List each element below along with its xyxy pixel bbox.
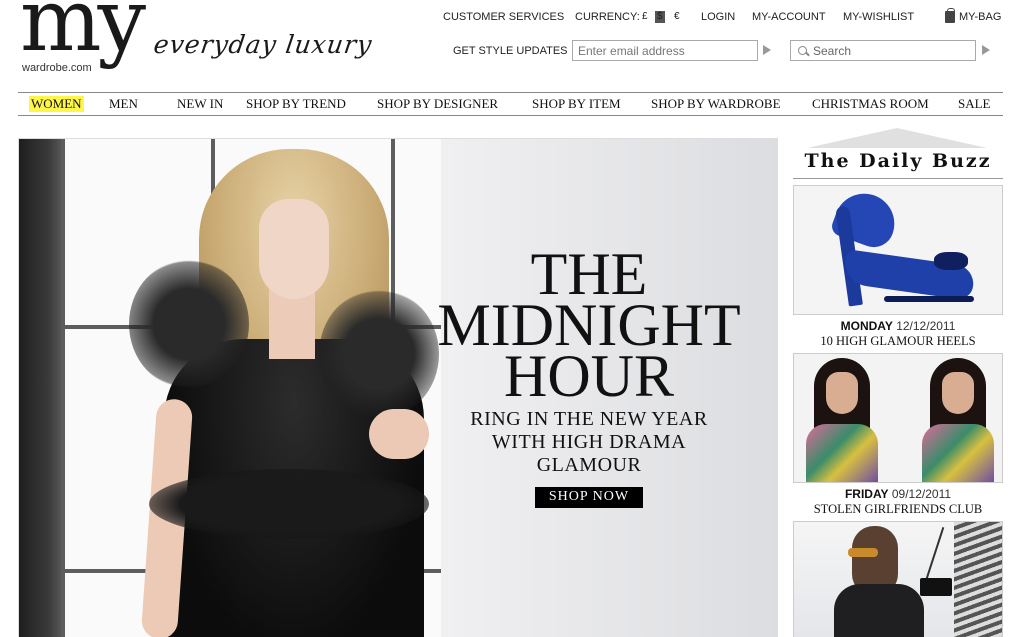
nav-item-women[interactable]: WOMEN [29, 96, 84, 112]
currency-usd[interactable]: $ [655, 11, 665, 23]
nav-item-shop-by-designer[interactable]: SHOP BY DESIGNER [377, 96, 498, 112]
buzz-roof-decoration [807, 128, 987, 148]
hero-subtitle-line: GLAMOUR [536, 454, 642, 476]
search-box[interactable] [790, 40, 976, 61]
hero-banner[interactable]: THE MIDNIGHT HOUR RING IN THE NEW YEAR W… [18, 138, 778, 637]
currency-eur[interactable]: € [674, 11, 680, 23]
logo-domain: wardrobe.com [22, 62, 92, 74]
nav-item-christmas-room[interactable]: CHRISTMAS ROOM [812, 96, 929, 112]
buzz-entry-day: MONDAY [840, 319, 893, 333]
shop-now-button[interactable]: SHOP NOW [534, 487, 644, 508]
divider [793, 178, 1003, 180]
buzz-entry-caption[interactable]: STOLEN GIRLFRIENDS CLUB [793, 502, 1003, 517]
site-logo[interactable]: my wardrobe.com everyday luxury [20, 0, 374, 85]
newsletter-email-input[interactable] [572, 40, 758, 61]
nav-item-sale[interactable]: SALE [958, 96, 991, 112]
hero-subtitle-line: WITH HIGH DRAMA [491, 431, 687, 453]
utility-bar: CUSTOMER SERVICES CURRENCY: £ $ € LOGIN … [443, 8, 1003, 25]
buzz-entry-date: MONDAY 12/12/2011 [793, 319, 1003, 333]
search-submit-arrow-icon[interactable] [982, 45, 990, 55]
hero-subtitle: RING IN THE NEW YEAR WITH HIGH DRAMA GLA… [399, 408, 777, 477]
buzz-entry-date: FRIDAY 09/12/2011 [793, 487, 1003, 501]
my-wishlist-link[interactable]: MY-WISHLIST [843, 11, 914, 23]
login-link[interactable]: LOGIN [701, 11, 735, 23]
street-style-image[interactable] [793, 521, 1003, 637]
hero-title-line: HOUR [503, 343, 674, 409]
newsletter-label: GET STYLE UPDATES [453, 45, 568, 57]
my-bag-link[interactable]: MY-BAG [959, 11, 1001, 23]
nav-item-shop-by-item[interactable]: SHOP BY ITEM [532, 96, 621, 112]
customer-services-link[interactable]: CUSTOMER SERVICES [443, 11, 564, 23]
blue-heel-image[interactable] [793, 185, 1003, 315]
currency-label: CURRENCY: [575, 11, 640, 23]
search-icon [798, 46, 807, 55]
search-input[interactable] [813, 42, 973, 59]
main-nav: WOMEN MEN NEW IN SHOP BY TREND SHOP BY D… [18, 92, 1003, 116]
logo-tagline: everyday luxury [151, 30, 375, 59]
currency-gbp[interactable]: £ [642, 11, 648, 23]
nav-item-shop-by-trend[interactable]: SHOP BY TREND [246, 96, 346, 112]
buzz-entry-day: FRIDAY [844, 487, 889, 501]
nav-item-shop-by-wardrobe[interactable]: SHOP BY WARDROBE [651, 96, 781, 112]
daily-buzz: The Daily Buzz MONDAY 12/12/2011 10 HIGH… [793, 128, 1003, 637]
newsletter-submit-arrow-icon[interactable] [763, 45, 771, 55]
nav-item-men[interactable]: MEN [109, 96, 138, 112]
my-account-link[interactable]: MY-ACCOUNT [752, 11, 826, 23]
hero-title: THE MIDNIGHT HOUR [399, 244, 777, 409]
buzz-entry-date-value: 09/12/2011 [891, 487, 952, 501]
logo-wordmark: my [20, 0, 146, 71]
buzz-entry-date-value: 12/12/2011 [896, 319, 956, 333]
hero-subtitle-line: RING IN THE NEW YEAR [470, 408, 708, 430]
hero-copy: THE MIDNIGHT HOUR RING IN THE NEW YEAR W… [399, 244, 777, 508]
two-models-image[interactable] [793, 353, 1003, 483]
hero-model-image [119, 139, 439, 637]
buzz-entry-caption[interactable]: 10 HIGH GLAMOUR HEELS [793, 334, 1003, 349]
daily-buzz-title: The Daily Buzz [804, 150, 992, 172]
hero-door-frame [19, 139, 61, 637]
shopping-bag-icon[interactable] [945, 8, 955, 23]
nav-item-new-in[interactable]: NEW IN [177, 96, 223, 112]
